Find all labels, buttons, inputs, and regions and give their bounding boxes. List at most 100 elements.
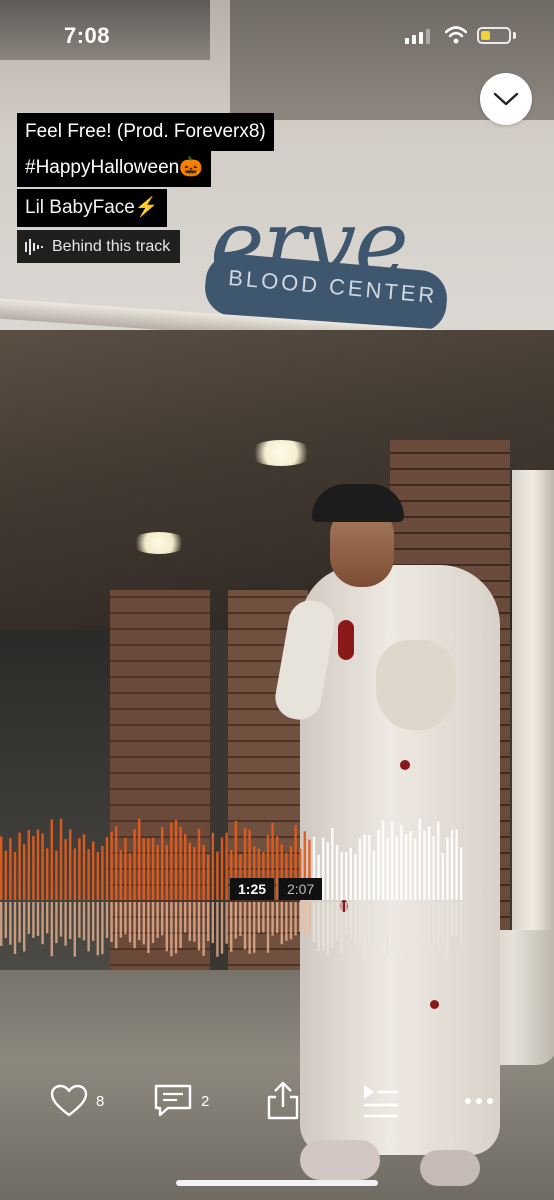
- waveform-reflection-bar: [110, 902, 113, 942]
- play-next-button[interactable]: [362, 1075, 400, 1127]
- waveform-bar: [50, 819, 53, 900]
- waveform-bar: [225, 832, 228, 900]
- waveform-bar: [211, 832, 214, 900]
- waveform-bar: [197, 828, 201, 900]
- waveform-reflection-bar: [156, 902, 159, 938]
- cellular-signal-icon: [405, 29, 430, 44]
- waveform-reflection-bar: [13, 902, 17, 954]
- waveform-bar: [55, 850, 58, 900]
- waveform-bar: [354, 853, 357, 900]
- waveform-bar: [349, 847, 352, 900]
- waveform-reflection-bar: [432, 902, 435, 944]
- comment-button[interactable]: 2: [153, 1075, 209, 1127]
- waveform-bar: [377, 829, 380, 900]
- waveform-bar: [41, 833, 44, 900]
- waveform-reflection-bar: [4, 902, 7, 939]
- behind-this-track-button[interactable]: Behind this track: [17, 230, 181, 263]
- waveform-reflection-bar: [161, 902, 164, 936]
- track-title-line-1[interactable]: Feel Free! (Prod. Foreverx8): [17, 113, 274, 151]
- status-time: 7:08: [64, 23, 111, 48]
- waveform-reflection-bar: [41, 902, 44, 945]
- waveform-reflection-bar: [193, 902, 196, 942]
- waveform-reflection-bar: [211, 902, 214, 943]
- waveform-bar: [455, 829, 458, 900]
- waveform-bar: [363, 834, 366, 900]
- player-screen: erve BLOOD CENTER 7:08 Feel Free! (Prod.…: [0, 0, 554, 1200]
- artist-name[interactable]: Lil BabyFace⚡: [17, 189, 167, 227]
- waveform-bar: [220, 837, 224, 900]
- waveform-reflection-bar: [248, 902, 251, 954]
- total-duration: 2:07: [278, 878, 323, 900]
- waveform-reflection-bar: [147, 902, 150, 953]
- waveform-reflection-bar: [179, 902, 182, 948]
- like-button[interactable]: 8: [50, 1075, 104, 1127]
- waveform-reflection-bar: [386, 902, 389, 957]
- waveform-bar: [322, 837, 325, 900]
- waveform-reflection-bar: [312, 902, 316, 943]
- waveform-reflection-bar: [437, 902, 440, 950]
- waveform-reflection-bar: [105, 902, 109, 938]
- waveform-reflection-bar: [326, 902, 329, 956]
- waveform-reflection-bar: [368, 902, 371, 943]
- waveform-reflection-bar: [46, 902, 49, 934]
- waveform-reflection-bar: [285, 902, 288, 941]
- waveform-bar: [64, 839, 67, 900]
- waveform-bar: [174, 819, 178, 900]
- waveform-bar: [409, 830, 412, 900]
- waveform-bar: [133, 829, 136, 900]
- like-count: 8: [96, 1092, 105, 1110]
- waveform-bar: [414, 838, 417, 900]
- waveform-bar: [92, 841, 95, 900]
- waveform-reflection-bar: [423, 902, 426, 942]
- waveform-reflection-bar: [400, 902, 403, 955]
- waveform-bar: [87, 849, 90, 900]
- more-options-button[interactable]: [464, 1075, 496, 1127]
- waveform-bar: [326, 842, 329, 900]
- waveform-reflection-bar: [174, 902, 178, 954]
- waveform-reflection-bar: [299, 902, 302, 932]
- play-next-icon: [364, 1085, 398, 1118]
- waveform-bar: [368, 834, 371, 900]
- track-title-line-2[interactable]: #HappyHalloween🎃: [17, 149, 211, 187]
- waveform-reflection-bar: [78, 902, 81, 938]
- battery-level: [481, 31, 491, 40]
- waveform-reflection-bar: [124, 902, 127, 935]
- waveform-reflection-bar: [317, 902, 320, 951]
- waveform-reflection-bar: [27, 902, 30, 934]
- waveform-reflection-bar: [170, 902, 173, 957]
- share-icon: [267, 1081, 299, 1120]
- waveform-bar: [147, 838, 150, 900]
- waveform-reflection-bar: [455, 902, 458, 937]
- waveform-reflection-bar: [276, 902, 279, 934]
- waveform-bar: [193, 846, 196, 900]
- heart-icon: [50, 1084, 88, 1117]
- waveform-reflection-bar: [239, 902, 242, 936]
- waveform-scrubber[interactable]: [0, 812, 554, 957]
- battery-icon: [477, 27, 511, 44]
- collapse-player-button[interactable]: [480, 73, 532, 125]
- waveform-bar: [331, 827, 334, 900]
- waveform-bar: [345, 851, 348, 900]
- waveform-bar: [427, 826, 431, 900]
- waveform-reflection-bar: [55, 902, 58, 944]
- waveform-reflection-bar: [418, 902, 421, 946]
- waveform-reflection-bar: [188, 902, 191, 941]
- waveform-reflection-bar: [87, 902, 90, 952]
- waveform-reflection-bar: [303, 902, 306, 935]
- waveform-bar: [9, 838, 12, 900]
- waveform-reflection-bar: [115, 902, 118, 949]
- waveform-bar: [418, 818, 421, 900]
- waveform-bar: [128, 853, 132, 900]
- waveform-reflection-bar: [9, 902, 12, 945]
- waveform-reflection-bar: [151, 902, 155, 943]
- waveform-bar: [381, 820, 385, 900]
- share-button[interactable]: [266, 1075, 300, 1127]
- waveform-bar: [156, 845, 159, 900]
- waveform-reflection-bar: [322, 902, 325, 951]
- waveform-reflection-bar: [414, 902, 417, 934]
- waveform-reflection-bar: [460, 902, 463, 946]
- chevron-down-icon: [493, 92, 519, 106]
- waveform-bar: [400, 825, 403, 900]
- waveform-bar: [446, 837, 449, 900]
- waveform-icon: [25, 238, 43, 255]
